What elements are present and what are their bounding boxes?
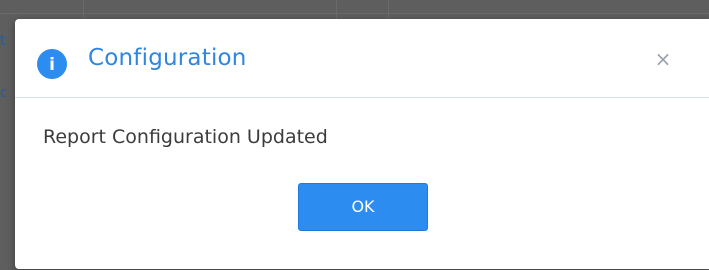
dialog-title: Configuration (88, 45, 247, 71)
background-divider (388, 0, 389, 20)
info-circle-icon: i (37, 49, 67, 79)
configuration-dialog: i Configuration × Report Configuration U… (15, 19, 709, 269)
dialog-header: i Configuration × (15, 19, 709, 98)
background-divider (0, 13, 709, 14)
background-text-fragment: o (0, 86, 6, 100)
close-icon[interactable]: × (651, 47, 675, 71)
background-text-fragment: t (0, 34, 6, 48)
ok-button[interactable]: OK (298, 183, 428, 231)
info-glyph: i (49, 55, 55, 75)
background-divider (83, 0, 84, 20)
background-divider (336, 0, 337, 20)
dialog-message: Report Configuration Updated (43, 126, 328, 148)
